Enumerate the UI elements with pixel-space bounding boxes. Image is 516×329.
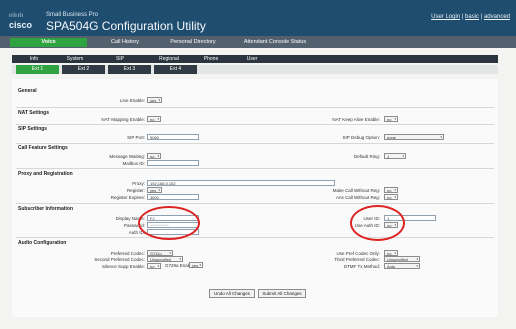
top-navigation: Voice Call History Personal Directory At…: [0, 36, 516, 48]
nat-keep-alive-select[interactable]: no ▾: [384, 116, 398, 122]
second-preferred-codec-select[interactable]: Unspecified ▾: [147, 256, 183, 262]
small-business-label: Small Business Pro: [46, 12, 99, 18]
divider: [16, 143, 494, 144]
g729a-enable-label: G729a Enable:: [165, 263, 196, 268]
chevron-down-icon: ▾: [394, 117, 396, 121]
tab-call-history[interactable]: Call History: [95, 38, 155, 47]
section-general: General: [18, 88, 37, 94]
sip-port-field[interactable]: 5060: [147, 134, 199, 140]
advanced-link[interactable]: advanced: [484, 14, 510, 20]
silence-supp-enable-label: Silence Supp Enable:: [101, 264, 145, 269]
undo-all-changes-button[interactable]: Undo All Changes: [209, 289, 255, 298]
tab-regional[interactable]: Regional: [148, 55, 190, 63]
chevron-down-icon: ▾: [158, 188, 160, 192]
divider: [16, 124, 494, 125]
chevron-down-icon: ▾: [402, 154, 404, 158]
ans-call-without-reg-select[interactable]: no ▾: [384, 194, 398, 200]
submit-all-changes-button[interactable]: Submit All Changes: [258, 289, 306, 298]
cisco-logo-icon: ıılıılı: [9, 13, 24, 19]
chevron-down-icon: ▾: [157, 264, 159, 268]
make-call-without-reg-select[interactable]: no ▾: [384, 187, 398, 193]
chevron-down-icon: ▾: [416, 257, 418, 261]
default-ring-label: Default Ring:: [353, 154, 380, 159]
tab-system[interactable]: System: [56, 55, 94, 63]
header-bar: ıılıılı cisco Small Business Pro SPA504G…: [0, 0, 516, 36]
chevron-down-icon: ▾: [157, 154, 159, 158]
annotation-circle-right: [350, 205, 405, 241]
chevron-down-icon: ▾: [394, 195, 396, 199]
settings-panel: [12, 79, 498, 317]
g729a-enable-select[interactable]: yes ▾: [189, 262, 203, 268]
register-expires-label: Register Expires:: [110, 195, 145, 200]
register-expires-field[interactable]: 3600: [147, 194, 199, 200]
line-enable-label: Line Enable:: [119, 98, 145, 103]
chevron-down-icon: ▾: [157, 117, 159, 121]
nat-mapping-label: NAT Mapping Enable:: [101, 117, 145, 122]
tab-ext-4[interactable]: Ext 4: [154, 65, 197, 74]
top-links: User Login | basic | advanced: [431, 14, 510, 20]
make-call-without-reg-label: Make Call Without Reg:: [332, 188, 380, 193]
auth-id-label: Auth ID:: [128, 230, 145, 235]
sip-debug-label: SIP Debug Option:: [342, 135, 380, 140]
mailbox-id-label: Mailbox ID:: [122, 161, 145, 166]
section-sip-settings: SIP Settings: [18, 126, 48, 132]
cisco-logo: cisco: [9, 20, 33, 30]
message-waiting-label: Message Waiting:: [109, 154, 145, 159]
chevron-down-icon: ▾: [158, 98, 160, 102]
basic-link[interactable]: basic: [465, 14, 479, 20]
annotation-circle-left: [138, 206, 200, 240]
tab-ext-1[interactable]: Ext 1: [16, 65, 59, 74]
proxy-label: Proxy:: [132, 181, 145, 186]
default-ring-select[interactable]: 1 ▾: [384, 153, 406, 159]
divider: [16, 237, 494, 238]
chevron-down-icon: ▾: [199, 263, 201, 267]
user-login-link[interactable]: User Login: [431, 14, 460, 20]
sip-port-label: SIP Port:: [127, 135, 145, 140]
silence-supp-enable-select[interactable]: no ▾: [147, 263, 161, 269]
nat-mapping-select[interactable]: no ▾: [147, 116, 161, 122]
chevron-down-icon: ▾: [440, 135, 442, 139]
section-call-feature-settings: Call Feature Settings: [18, 145, 68, 151]
divider: [16, 168, 494, 169]
ans-call-without-reg-label: Ans Call Without Reg:: [335, 195, 380, 200]
tab-user[interactable]: User: [232, 55, 272, 63]
tab-info[interactable]: Info: [14, 55, 54, 63]
section-subscriber-information: Subscriber Information: [18, 206, 74, 212]
register-select[interactable]: yes ▾: [147, 187, 162, 193]
chevron-down-icon: ▾: [394, 188, 396, 192]
use-pref-codec-only-label: Use Pref Codec Only:: [336, 251, 380, 256]
nat-keep-alive-label: NAT Keep Alive Enable:: [332, 117, 380, 122]
line-enable-select[interactable]: yes ▾: [147, 97, 162, 103]
third-preferred-codec-label: Third Preferred Codec:: [334, 257, 380, 262]
proxy-field[interactable]: 192.168.0.152: [147, 180, 335, 186]
mailbox-id-field[interactable]: [147, 160, 199, 166]
section-nat-settings: NAT Settings: [18, 110, 50, 116]
tab-attendant-console-status[interactable]: Attendant Console Status: [232, 38, 318, 47]
tab-sip[interactable]: SIP: [100, 55, 140, 63]
message-waiting-select[interactable]: no ▾: [147, 153, 161, 159]
third-preferred-codec-select[interactable]: Unspecified ▾: [384, 256, 420, 262]
second-preferred-codec-label: Second Preferred Codec:: [94, 257, 145, 262]
dtmf-tx-method-select[interactable]: Auto ▾: [384, 263, 420, 269]
tab-ext-3[interactable]: Ext 3: [108, 65, 151, 74]
app-title: SPA504G Configuration Utility: [46, 19, 206, 33]
section-audio-configuration: Audio Configuration: [18, 240, 67, 246]
chevron-down-icon: ▾: [179, 257, 181, 261]
settings-subnavigation: Info System SIP Regional Phone User: [12, 55, 498, 63]
register-label: Register:: [126, 188, 145, 193]
sip-debug-select[interactable]: none ▾: [384, 134, 444, 140]
tab-voice[interactable]: Voice: [10, 38, 87, 47]
dtmf-tx-method-label: DTMF Tx Method:: [343, 264, 380, 269]
divider: [16, 203, 494, 204]
extension-navigation: Ext 1 Ext 2 Ext 3 Ext 4: [12, 65, 498, 74]
divider: [16, 107, 494, 108]
chevron-down-icon: ▾: [416, 264, 418, 268]
preferred-codec-label: Preferred Codec:: [110, 251, 145, 256]
tab-phone[interactable]: Phone: [192, 55, 230, 63]
tab-ext-2[interactable]: Ext 2: [62, 65, 105, 74]
section-proxy-registration: Proxy and Registration: [18, 171, 73, 177]
tab-personal-directory[interactable]: Personal Directory: [158, 38, 228, 47]
